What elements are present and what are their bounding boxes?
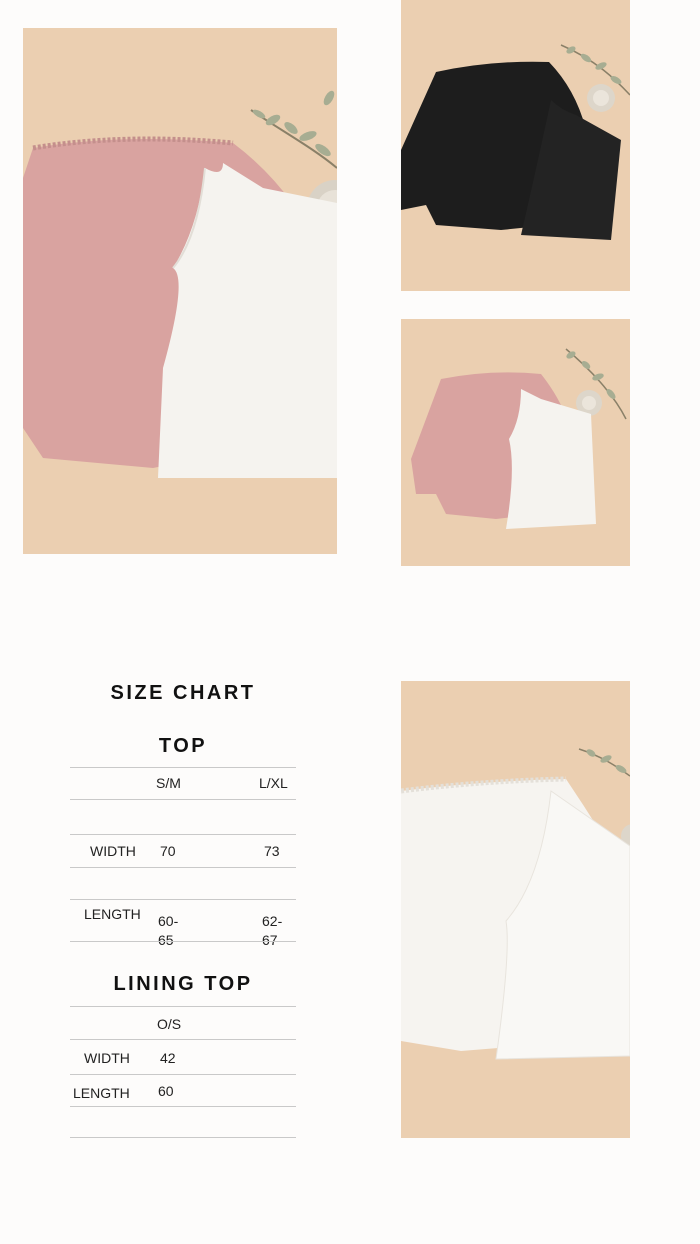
top-table-title: TOP bbox=[158, 735, 208, 757]
row-label: WIDTH bbox=[90, 843, 136, 859]
table-cell: 62-67 bbox=[262, 913, 283, 948]
table-divider bbox=[70, 1006, 296, 1007]
product-photo-black bbox=[401, 0, 630, 291]
table-cell: 60 bbox=[158, 1083, 174, 1099]
table-divider bbox=[70, 834, 296, 835]
row-label: WIDTH bbox=[84, 1050, 130, 1066]
table-cell: 42 bbox=[160, 1050, 176, 1066]
table-divider bbox=[70, 899, 296, 900]
table-cell: 60-65 bbox=[158, 913, 179, 948]
table-header-cell: O/S bbox=[157, 1016, 182, 1032]
table-divider bbox=[70, 767, 296, 768]
table-header-cell: L/XL bbox=[259, 775, 288, 791]
product-photo-pink-white-small bbox=[401, 319, 630, 566]
product-photo-pink-white bbox=[23, 28, 337, 554]
table-divider bbox=[70, 799, 296, 800]
table-header-cell: S/M bbox=[156, 775, 181, 791]
row-label: LENGTH bbox=[84, 906, 141, 922]
table-divider bbox=[70, 1106, 296, 1107]
table-cell: 70 bbox=[160, 843, 176, 859]
table-divider bbox=[70, 1039, 296, 1040]
table-cell: 73 bbox=[264, 843, 280, 859]
table-divider bbox=[70, 867, 296, 868]
table-divider bbox=[70, 941, 296, 942]
product-photo-white bbox=[401, 681, 630, 1138]
size-chart-title: SIZE CHART bbox=[110, 682, 256, 704]
row-label: LENGTH bbox=[73, 1085, 130, 1101]
lining-top-table-title: LINING TOP bbox=[113, 973, 253, 995]
table-divider bbox=[70, 1137, 296, 1138]
table-divider bbox=[70, 1074, 296, 1075]
